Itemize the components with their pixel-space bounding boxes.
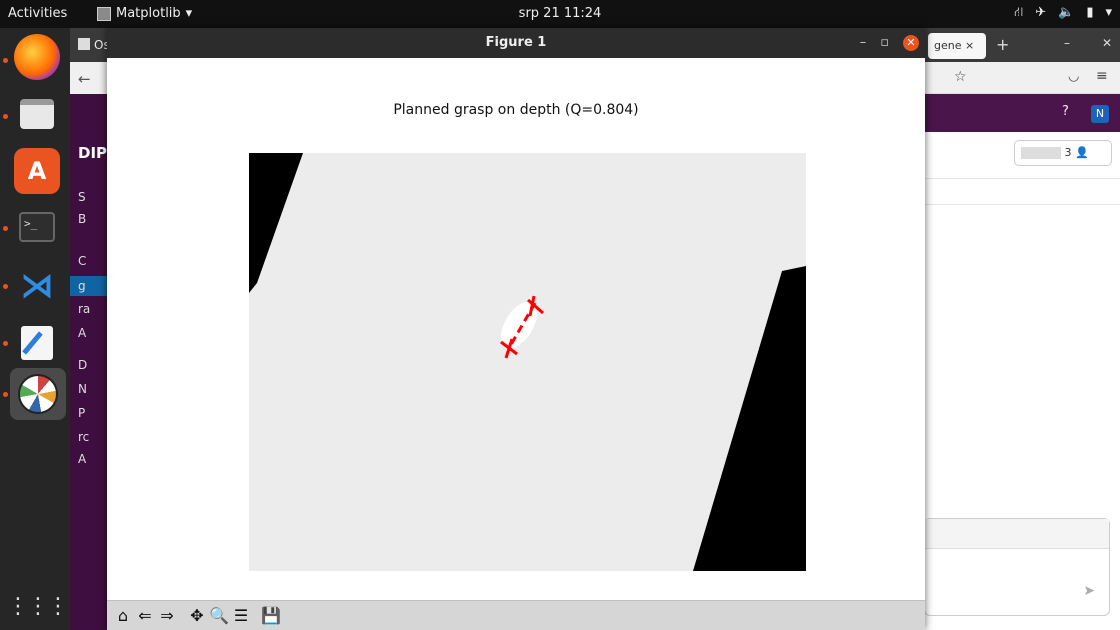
sidebar-item[interactable]: N xyxy=(78,382,87,396)
dock: A >_ ⋊ ⋮⋮⋮ xyxy=(0,28,70,630)
files-icon[interactable] xyxy=(14,91,60,137)
sidebar-item[interactable]: ra xyxy=(78,302,90,316)
member-avatars xyxy=(1021,147,1061,159)
running-indicator xyxy=(3,114,8,119)
configure-subplots-icon[interactable]: ☰ xyxy=(231,605,251,627)
figure-window: Figure 1 – ▫ ✕ Planned grasp on depth (Q… xyxy=(107,28,925,630)
message-composer[interactable]: ➤ xyxy=(924,518,1110,616)
app-menu[interactable]: Matplotlib ▾ xyxy=(97,6,192,21)
airplane-icon[interactable]: ✈ xyxy=(1035,5,1046,22)
pan-icon[interactable]: ✥ xyxy=(187,605,207,627)
member-count: 3 xyxy=(1064,146,1072,159)
running-indicator xyxy=(3,58,8,63)
avatar[interactable]: N xyxy=(1091,105,1109,123)
volume-icon[interactable]: 🔈 xyxy=(1058,5,1074,22)
menu-icon[interactable]: ≡ xyxy=(1096,68,1108,84)
app-menu-label: Matplotlib xyxy=(116,6,181,21)
terminal-icon[interactable]: >_ xyxy=(14,204,60,250)
minimize-icon[interactable]: – xyxy=(1064,36,1070,50)
close-icon[interactable]: ✕ xyxy=(903,35,919,51)
sidebar-item[interactable]: A xyxy=(78,452,86,466)
member-list-button[interactable]: 3 👤 xyxy=(1014,140,1112,166)
app-store-icon[interactable]: A xyxy=(14,148,60,194)
forward-arrow-icon[interactable]: ⇒ xyxy=(157,605,177,627)
browser-tab[interactable]: gene × xyxy=(928,33,986,59)
add-user-icon: 👤 xyxy=(1075,146,1089,159)
close-icon[interactable]: × xyxy=(965,39,974,52)
bookmark-star-icon[interactable]: ☆ xyxy=(954,69,967,85)
send-icon[interactable]: ➤ xyxy=(1083,583,1095,599)
divider xyxy=(924,204,1120,205)
tab-favicon-icon xyxy=(78,38,90,50)
system-menu-icon[interactable]: ▾ xyxy=(1105,5,1112,22)
figure-canvas[interactable]: Planned grasp on depth (Q=0.804) xyxy=(107,58,925,600)
divider xyxy=(924,178,1120,179)
maximize-icon[interactable]: ▫ xyxy=(880,28,889,58)
sidebar-item[interactable]: P xyxy=(78,406,85,420)
sidebar-item[interactable]: B xyxy=(78,212,86,226)
window-title: Figure 1 xyxy=(485,35,547,50)
vscode-icon[interactable]: ⋊ xyxy=(14,263,60,309)
text-editor-icon[interactable] xyxy=(14,320,60,366)
running-indicator xyxy=(3,392,8,397)
back-arrow-icon[interactable]: ← xyxy=(70,62,110,94)
browser-tab-strip: Os xyxy=(70,28,110,62)
sidebar-item[interactable]: rc xyxy=(78,430,89,444)
firefox-icon[interactable] xyxy=(14,34,60,80)
matplotlib-app-icon xyxy=(97,6,111,21)
home-icon[interactable]: ⌂ xyxy=(113,605,133,627)
sidebar-section[interactable]: D xyxy=(78,358,87,372)
zoom-icon[interactable]: 🔍 xyxy=(209,605,229,627)
clock[interactable]: srp 21 11:24 xyxy=(519,6,602,21)
active-channel-highlight xyxy=(70,276,110,296)
network-icon[interactable]: ⛙ xyxy=(1014,5,1023,22)
battery-icon[interactable]: ▮ xyxy=(1086,5,1093,22)
running-indicator xyxy=(3,226,8,231)
top-bar: Activities Matplotlib ▾ srp 21 11:24 ⛙ ✈… xyxy=(0,0,1120,28)
sidebar-section[interactable]: C xyxy=(78,254,86,268)
running-indicator xyxy=(3,284,8,289)
sidebar-item[interactable]: S xyxy=(78,190,86,204)
background-app-right: gene × + – ✕ ☆ ◡ ≡ ? N 3 👤 ➤ xyxy=(924,28,1120,630)
figure-toolbar: ⌂ ⇐ ⇒ ✥ 🔍 ☰ 💾 xyxy=(107,600,925,630)
back-arrow-icon[interactable]: ⇐ xyxy=(135,605,155,627)
close-icon[interactable]: ✕ xyxy=(1102,36,1112,50)
chevron-down-icon: ▾ xyxy=(185,6,193,21)
depth-image[interactable] xyxy=(249,153,806,571)
sidebar-item[interactable]: A xyxy=(78,326,86,340)
pocket-icon[interactable]: ◡ xyxy=(1068,69,1079,84)
system-tray[interactable]: ⛙ ✈ 🔈 ▮ ▾ xyxy=(1014,5,1112,22)
activities-button[interactable]: Activities xyxy=(8,6,67,21)
matplotlib-figure-icon[interactable] xyxy=(10,368,66,420)
new-tab-icon[interactable]: + xyxy=(996,35,1009,54)
help-icon[interactable]: ? xyxy=(1062,104,1069,119)
composer-toolbar xyxy=(925,519,1109,549)
save-icon[interactable]: 💾 xyxy=(261,605,281,627)
sidebar-item[interactable]: g xyxy=(78,279,86,293)
background-app-left: Os ← DIPI S B C g ra A D N P rc A xyxy=(70,28,113,630)
window-titlebar[interactable]: Figure 1 – ▫ ✕ xyxy=(107,28,925,58)
running-indicator xyxy=(3,341,8,346)
plot-title: Planned grasp on depth (Q=0.804) xyxy=(393,102,639,118)
minimize-icon[interactable]: – xyxy=(860,28,867,58)
address-bar[interactable]: ☆ ◡ ≡ xyxy=(924,62,1120,94)
show-applications-icon[interactable]: ⋮⋮⋮ xyxy=(7,584,69,630)
tab-title: gene xyxy=(934,39,962,52)
browser-tab-strip: gene × + – ✕ xyxy=(924,28,1120,62)
